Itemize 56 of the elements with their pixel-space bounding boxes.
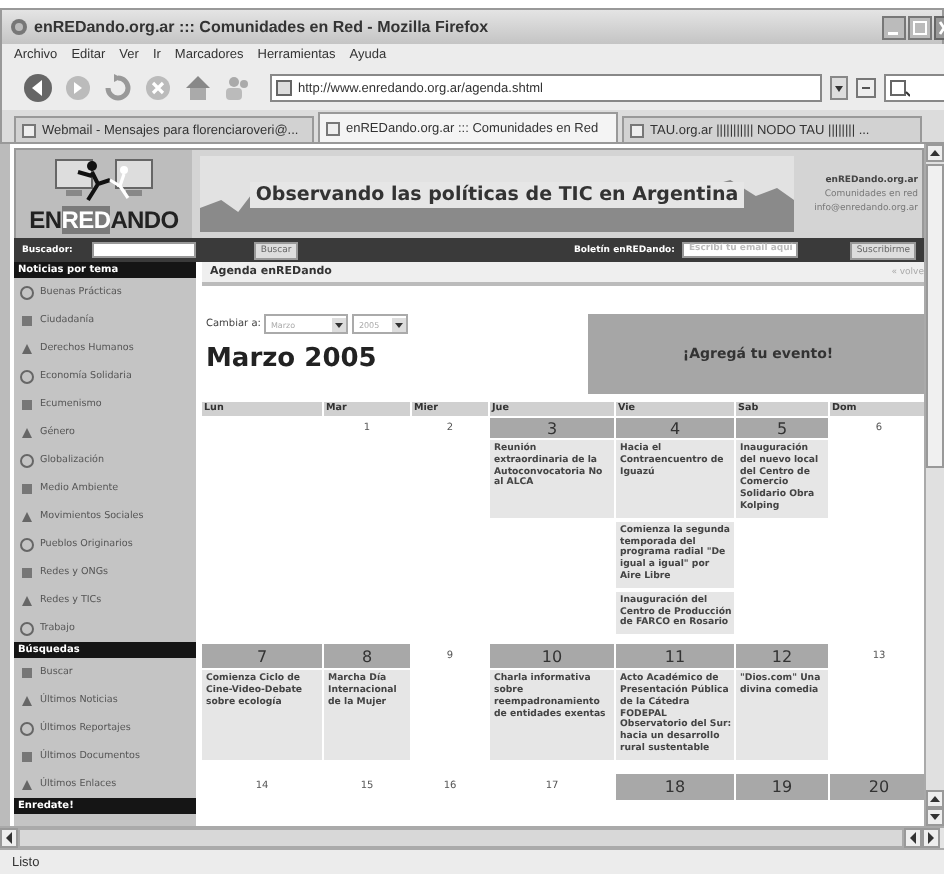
scroll-left-icon[interactable] xyxy=(0,828,18,848)
home-icon[interactable] xyxy=(182,72,214,104)
site-logo: ENREDANDO xyxy=(29,206,179,234)
calendar-date[interactable]: 20 xyxy=(830,773,924,800)
bullet-icon xyxy=(20,721,34,735)
search-field[interactable] xyxy=(884,74,944,102)
firefox-icon xyxy=(10,18,28,36)
dropdown-icon xyxy=(332,317,347,331)
page-icon xyxy=(276,80,292,96)
scrollbar-thumb[interactable] xyxy=(926,164,944,468)
month-heading: Marzo 2005 xyxy=(206,344,379,374)
bullet-icon xyxy=(20,565,34,579)
page-icon xyxy=(326,121,340,135)
horizontal-scrollbar[interactable] xyxy=(18,828,904,848)
bullet-icon xyxy=(20,425,34,439)
back-icon[interactable] xyxy=(22,72,54,104)
bullet-icon xyxy=(20,665,34,679)
bullet-icon xyxy=(20,621,34,635)
bullet-icon xyxy=(20,453,34,467)
bullet-icon xyxy=(20,537,34,551)
page-icon xyxy=(630,123,644,137)
banner-title: Observando las políticas de TIC en Argentina xyxy=(249,181,745,207)
scroll-up-icon[interactable] xyxy=(926,790,944,808)
bullet-icon xyxy=(20,341,34,355)
dropdown-icon[interactable] xyxy=(830,76,848,100)
bullet-icon xyxy=(20,749,34,763)
page-icon xyxy=(22,123,36,137)
bullet-icon xyxy=(20,369,34,383)
scroll-right-icon[interactable] xyxy=(922,828,940,848)
bullet-icon xyxy=(20,285,34,299)
minimize-icon[interactable] xyxy=(882,15,906,39)
scroll-up-icon[interactable] xyxy=(926,144,944,162)
dropdown-icon xyxy=(392,317,407,331)
window-title: enREDando.org.ar ::: Comunidades en Red - Mozilla Firefox xyxy=(34,18,491,36)
bullet-icon xyxy=(20,313,34,327)
calendar-date[interactable]: 10 xyxy=(490,644,614,669)
calendar-date[interactable]: 18 xyxy=(616,773,734,800)
bullet-icon xyxy=(20,481,34,495)
bullet-icon xyxy=(20,509,34,523)
search-engine-icon xyxy=(890,79,910,97)
bullet-icon xyxy=(20,777,34,791)
calendar-date[interactable]: 11 xyxy=(616,644,734,669)
bullet-icon xyxy=(20,693,34,707)
calendar-date[interactable]: 7 xyxy=(202,644,322,669)
calendar-date[interactable]: 4 xyxy=(616,418,734,438)
scroll-left-icon[interactable] xyxy=(904,828,922,848)
calendar-date[interactable]: 8 xyxy=(324,644,410,669)
calendar-date[interactable]: 3 xyxy=(490,418,614,438)
calendar-date[interactable]: 19 xyxy=(736,773,828,800)
scroll-down-icon[interactable] xyxy=(926,808,944,826)
maximize-icon[interactable] xyxy=(908,15,932,39)
bullet-icon xyxy=(20,397,34,411)
calendar-date[interactable]: 12 xyxy=(736,644,828,669)
search-input[interactable] xyxy=(92,242,197,258)
bullet-icon xyxy=(20,593,34,607)
calendar-date[interactable]: 5 xyxy=(736,418,828,438)
